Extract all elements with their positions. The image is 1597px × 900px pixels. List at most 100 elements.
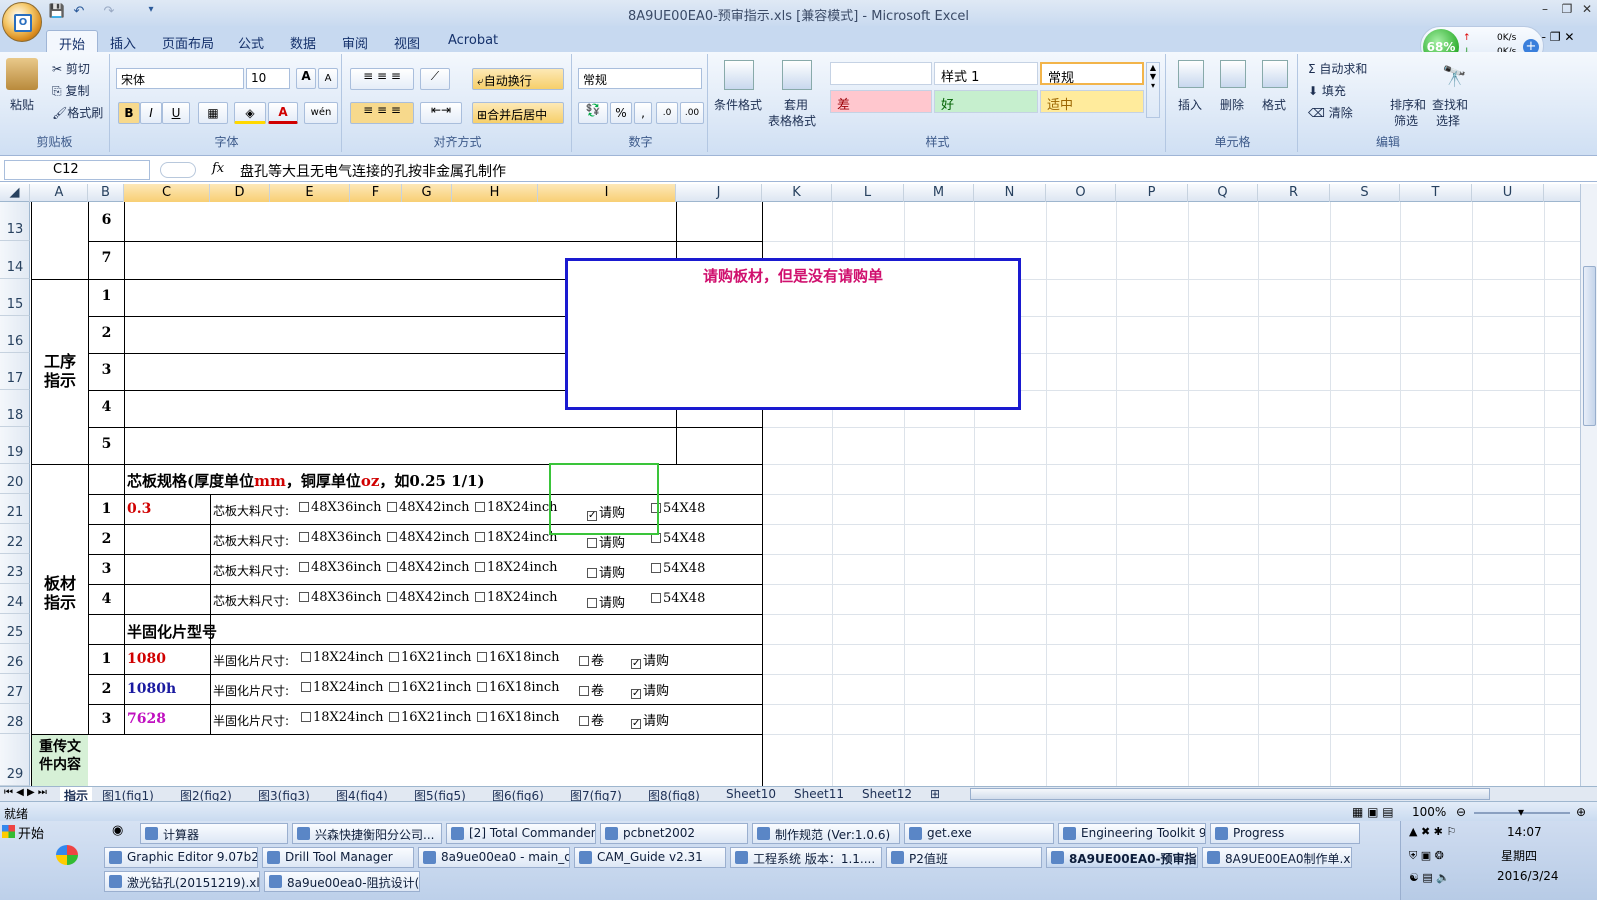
tab-formulas[interactable]: 公式: [226, 30, 276, 52]
taskbar-button[interactable]: 制作规范 (Ver:1.0.6): [752, 823, 900, 844]
taskbar-button[interactable]: CAM_Guide v2.31: [574, 847, 726, 868]
comma-button[interactable]: ,: [634, 102, 652, 124]
vertical-align-icons[interactable]: ≡ ≡ ≡: [350, 68, 414, 90]
tray-icons-row3[interactable]: ☯ ▤ 🔈: [1409, 871, 1450, 884]
font-color-icon[interactable]: A: [268, 102, 298, 124]
prepreg-option[interactable]: 16X21inch: [389, 680, 472, 695]
paste-icon[interactable]: [6, 58, 38, 90]
taskbar-button[interactable]: 8a9ue00ea0 - main_qa: [418, 847, 570, 868]
font-name-select[interactable]: 宋体: [116, 68, 244, 89]
col-header-q[interactable]: Q: [1188, 184, 1258, 202]
formula-content[interactable]: 盘孔等大且无电气连接的孔按非金属孔制作: [240, 161, 506, 181]
sheet-tab[interactable]: 指示: [60, 787, 93, 803]
core-option[interactable]: 18X24inch: [475, 590, 558, 605]
style-blank[interactable]: [830, 62, 932, 85]
sheet-tab[interactable]: Sheet12: [858, 787, 916, 802]
taskbar-button[interactable]: Graphic Editor 9.07b2 (0...: [104, 847, 258, 868]
core-option[interactable]: 48X42inch: [387, 560, 470, 575]
underline-button[interactable]: U: [162, 102, 190, 124]
core-option[interactable]: 48X42inch: [387, 530, 470, 545]
checkbox[interactable]: [651, 593, 661, 603]
prepreg-option[interactable]: 16X18inch: [477, 650, 560, 665]
checkbox[interactable]: [387, 502, 397, 512]
taskbar-button[interactable]: 8A9UE00EA0制作单.xls...: [1202, 847, 1352, 868]
row-header-22[interactable]: 22: [0, 524, 30, 554]
ribbon-window-controls[interactable]: – ❐ ✕: [1540, 30, 1574, 44]
prepreg-option[interactable]: 16X18inch: [477, 710, 560, 725]
taskbar-button[interactable]: 工程系统 版本：1.1....: [730, 847, 882, 868]
minimize-button[interactable]: –: [1534, 2, 1556, 18]
col-header-h[interactable]: H: [452, 184, 538, 202]
clear-button[interactable]: ⌫ 清除: [1308, 104, 1353, 121]
col-header-u[interactable]: U: [1472, 184, 1544, 202]
format-as-table-icon[interactable]: [782, 60, 812, 90]
sheet-tab[interactable]: Sheet11: [790, 787, 848, 802]
col-header-l[interactable]: L: [832, 184, 904, 202]
col-header-r[interactable]: R: [1258, 184, 1330, 202]
core-option[interactable]: 18X24inch: [475, 560, 558, 575]
row-header-27[interactable]: 27: [0, 674, 30, 704]
checkbox[interactable]: [299, 562, 309, 572]
taskbar-button[interactable]: [2] Total Commander 7....: [446, 823, 596, 844]
core-option[interactable]: 48X36inch: [299, 530, 382, 545]
currency-icon[interactable]: 💱: [578, 102, 608, 124]
select-all-corner[interactable]: ◢: [0, 184, 30, 202]
sort-filter-button-2[interactable]: 筛选: [1394, 112, 1418, 129]
formula-cancel-icon[interactable]: [160, 162, 196, 178]
close-button[interactable]: ✕: [1576, 2, 1597, 18]
prepreg-option[interactable]: 卷: [579, 710, 604, 729]
col-header-e[interactable]: E: [270, 184, 350, 202]
row-header-19[interactable]: 19: [0, 427, 30, 464]
checkbox[interactable]: [477, 682, 487, 692]
checkbox[interactable]: [389, 712, 399, 722]
row-header-20[interactable]: 20: [0, 464, 30, 494]
insert-cells-button[interactable]: 插入: [1178, 96, 1202, 113]
taskbar-button[interactable]: pcbnet2002: [600, 823, 748, 844]
indent-icons[interactable]: ⇤⇥: [420, 102, 462, 124]
prepreg-option[interactable]: 18X24inch: [301, 710, 384, 725]
chrome-icon[interactable]: ◉: [112, 823, 134, 843]
sheet-tab[interactable]: 图6(fig6): [488, 787, 548, 803]
checkbox[interactable]: [387, 592, 397, 602]
fill-color-icon[interactable]: ◈: [234, 102, 266, 124]
redo-icon[interactable]: ↷: [100, 4, 118, 22]
col-header-j[interactable]: J: [676, 184, 762, 202]
worksheet-grid[interactable]: 6 7 1 2 3 4 5 工序 指示 板材 指示 重传文 件内容 芯板规格(厚…: [31, 202, 1580, 786]
taskbar-button[interactable]: 8A9UE00EA0-预审指...: [1046, 847, 1198, 868]
checkbox[interactable]: [475, 592, 485, 602]
checkbox[interactable]: [477, 652, 487, 662]
zoom-level[interactable]: 100%: [1412, 805, 1446, 819]
checked-checkbox[interactable]: ✓: [631, 689, 641, 699]
horizontal-scrollbar[interactable]: [970, 788, 1490, 800]
wrap-text-button[interactable]: ⤶自动换行: [472, 68, 564, 90]
tab-view[interactable]: 视图: [382, 30, 432, 52]
format-as-table-button[interactable]: 套用: [784, 96, 808, 113]
col-header-a[interactable]: A: [31, 184, 88, 202]
fill-button[interactable]: ⬇ 填充: [1308, 82, 1346, 99]
core-option[interactable]: 54X48: [651, 531, 705, 546]
tab-insert[interactable]: 插入: [98, 30, 148, 52]
prepreg-option[interactable]: 18X24inch: [301, 680, 384, 695]
core-thickness[interactable]: 0.3: [127, 501, 151, 517]
checkbox[interactable]: [389, 682, 399, 692]
name-box[interactable]: C12: [4, 160, 150, 180]
row-header-16[interactable]: 16: [0, 316, 30, 353]
taskbar-button[interactable]: 8a9ue00ea0-阻抗设计(...: [264, 871, 420, 892]
conditional-format-button[interactable]: 条件格式: [714, 96, 762, 113]
undo-icon[interactable]: ↶: [70, 4, 88, 22]
row-header-21[interactable]: 21: [0, 494, 30, 524]
core-option[interactable]: 18X24inch: [475, 530, 558, 545]
col-header-c[interactable]: C: [124, 184, 210, 202]
start-button[interactable]: 开始: [0, 823, 50, 843]
checkbox[interactable]: [475, 562, 485, 572]
request-purchase-option[interactable]: ✓ 请购: [631, 710, 669, 729]
tab-acrobat[interactable]: Acrobat: [436, 30, 510, 52]
col-header-d[interactable]: D: [210, 184, 270, 202]
row-header-13[interactable]: 13: [0, 202, 30, 241]
format-cells-icon[interactable]: [1262, 60, 1288, 88]
checkbox[interactable]: [387, 532, 397, 542]
clock-time[interactable]: 14:07: [1507, 825, 1542, 839]
sheet-tab[interactable]: 图1(fig1): [98, 787, 158, 803]
core-option[interactable]: 48X36inch: [299, 590, 382, 605]
col-header-p[interactable]: P: [1116, 184, 1188, 202]
